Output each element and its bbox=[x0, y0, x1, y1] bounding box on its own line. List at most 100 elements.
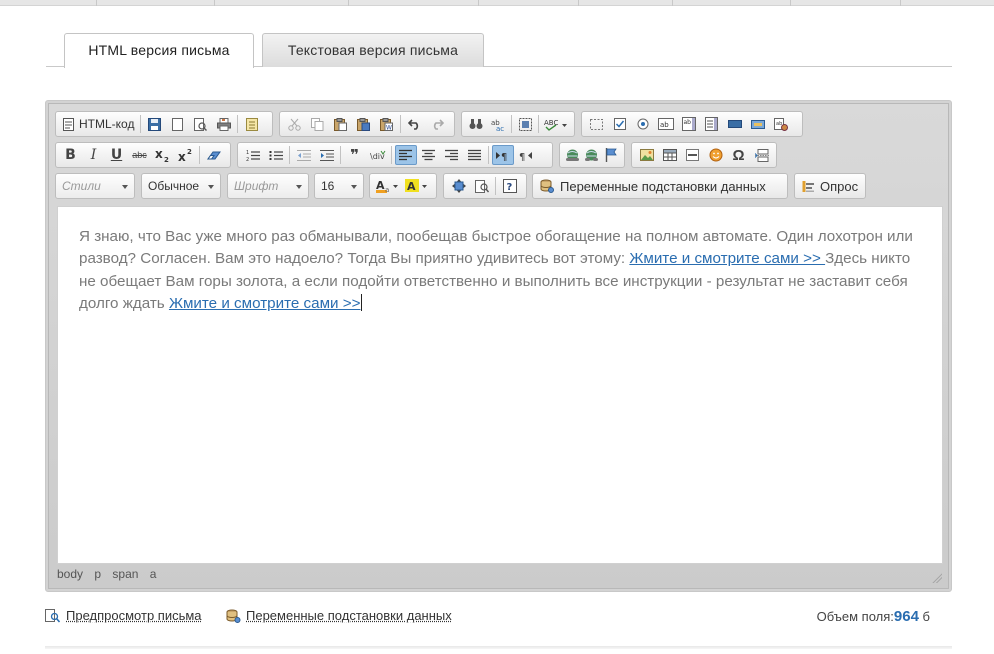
anchor-button[interactable] bbox=[602, 145, 620, 165]
strikethrough-button[interactable]: abc bbox=[129, 145, 151, 165]
resize-handle-icon[interactable] bbox=[931, 572, 942, 583]
underline-button[interactable]: U bbox=[106, 145, 128, 165]
chevron-down-icon bbox=[208, 185, 214, 189]
templates-button[interactable] bbox=[241, 114, 263, 134]
new-page-button[interactable] bbox=[167, 114, 189, 134]
unlink-button[interactable] bbox=[583, 145, 601, 165]
poll-button[interactable]: Опрос bbox=[798, 176, 862, 196]
table-button[interactable] bbox=[659, 145, 681, 165]
page-break-icon bbox=[754, 148, 769, 162]
toolbar-group-forms: ab ab ab bbox=[581, 111, 803, 137]
preview-email-link[interactable]: Предпросмотр письма bbox=[45, 608, 202, 623]
paste-word-button[interactable]: W bbox=[376, 114, 398, 134]
align-center-button[interactable] bbox=[418, 145, 440, 165]
blockquote-button[interactable]: ❞ bbox=[344, 145, 366, 165]
text-direction-ltr-button[interactable]: ¶ bbox=[491, 145, 514, 165]
cut-button[interactable] bbox=[284, 114, 306, 134]
variables-footer-link[interactable]: Переменные подстановки данных bbox=[225, 608, 452, 623]
help-button[interactable]: ? bbox=[499, 176, 521, 196]
font-size-combo[interactable]: 16 bbox=[314, 173, 364, 199]
rtl-icon: ¶ bbox=[519, 151, 532, 161]
svg-text:W: W bbox=[386, 124, 392, 131]
editor-paragraph[interactable]: Я знаю, что Вас уже много раз обманывали… bbox=[79, 226, 924, 315]
align-right-icon bbox=[445, 149, 458, 161]
source-icon bbox=[63, 117, 74, 131]
hidden-field-button[interactable]: ab bbox=[770, 114, 792, 134]
checkbox-button[interactable] bbox=[609, 114, 631, 134]
special-char-button[interactable]: Ω bbox=[728, 145, 750, 165]
link-icon bbox=[566, 149, 580, 161]
select-field-icon bbox=[705, 117, 718, 131]
copy-button[interactable] bbox=[307, 114, 329, 134]
textarea-button[interactable]: ab bbox=[678, 114, 700, 134]
find-button[interactable] bbox=[466, 114, 487, 134]
background-color-button[interactable]: A bbox=[403, 176, 431, 196]
font-combo[interactable]: Шрифт bbox=[227, 173, 309, 199]
div-container-button[interactable]: \div bbox=[367, 145, 389, 165]
path-item-span[interactable]: span bbox=[112, 567, 138, 581]
html-source-button[interactable]: HTML-код bbox=[59, 114, 138, 134]
align-right-button[interactable] bbox=[441, 145, 463, 165]
variables-toolbar-button[interactable]: Переменные подстановки данных bbox=[536, 176, 770, 196]
format-combo[interactable]: Обычное bbox=[141, 173, 221, 199]
indent-button[interactable] bbox=[316, 145, 338, 165]
toolbar-separator bbox=[488, 146, 489, 164]
bulleted-list-button[interactable] bbox=[265, 145, 287, 165]
maximize-button[interactable] bbox=[448, 176, 470, 196]
image-button-button[interactable] bbox=[747, 114, 769, 134]
content-link-1[interactable]: Жмите и смотрите сами >> bbox=[629, 250, 825, 267]
svg-text:a: a bbox=[385, 186, 389, 193]
button-field-button[interactable] bbox=[724, 114, 746, 134]
svg-text:ab: ab bbox=[660, 121, 669, 129]
smiley-button[interactable] bbox=[705, 145, 727, 165]
undo-button[interactable] bbox=[404, 114, 426, 134]
paste-text-button[interactable] bbox=[353, 114, 375, 134]
toolbar-group-links bbox=[559, 142, 625, 168]
print-button[interactable] bbox=[213, 114, 235, 134]
editor-content-area[interactable]: Я знаю, что Вас уже много раз обманывали… bbox=[57, 206, 943, 564]
path-item-p[interactable]: p bbox=[94, 567, 101, 581]
page-break-button[interactable] bbox=[751, 145, 773, 165]
text-direction-rtl-button[interactable]: ¶ bbox=[515, 145, 537, 165]
italic-button[interactable]: I bbox=[83, 145, 105, 165]
toolbar-group-tools: ? bbox=[443, 173, 527, 199]
show-blocks-button[interactable] bbox=[471, 176, 493, 196]
text-color-button[interactable]: Aa bbox=[374, 176, 402, 196]
select-field-button[interactable] bbox=[701, 114, 723, 134]
replace-button[interactable]: ab ac bbox=[488, 114, 509, 134]
paste-button[interactable] bbox=[330, 114, 352, 134]
radio-button[interactable] bbox=[632, 114, 654, 134]
outdent-button[interactable] bbox=[293, 145, 315, 165]
form-icon bbox=[590, 118, 603, 130]
save-button[interactable] bbox=[144, 114, 166, 134]
select-all-button[interactable] bbox=[515, 114, 536, 134]
image-icon bbox=[639, 149, 654, 161]
horizontal-rule-button[interactable] bbox=[682, 145, 704, 165]
path-item-body[interactable]: body bbox=[57, 567, 83, 581]
toolbar-separator bbox=[538, 115, 540, 133]
tab-text-version[interactable]: Текстовая версия письма bbox=[262, 33, 484, 67]
tab-html-version[interactable]: HTML версия письма bbox=[64, 33, 254, 68]
spellcheck-button[interactable]: ABC bbox=[542, 114, 571, 134]
preview-button[interactable] bbox=[190, 114, 212, 134]
paste-icon bbox=[334, 117, 347, 131]
styles-combo[interactable]: Стили bbox=[55, 173, 135, 199]
link-button[interactable] bbox=[564, 145, 582, 165]
path-item-a[interactable]: a bbox=[150, 567, 157, 581]
numbered-list-button[interactable]: 12 bbox=[242, 145, 264, 165]
image-button[interactable] bbox=[636, 145, 658, 165]
editor-footer: Предпросмотр письма Переменные подстанов… bbox=[0, 600, 994, 630]
remove-format-button[interactable] bbox=[203, 145, 225, 165]
align-left-button[interactable] bbox=[394, 145, 417, 165]
justify-button[interactable] bbox=[464, 145, 486, 165]
bold-button[interactable]: B bbox=[60, 145, 82, 165]
text-field-button[interactable]: ab bbox=[655, 114, 677, 134]
toolbar-separator bbox=[289, 146, 290, 164]
subscript-button[interactable]: x2 bbox=[152, 145, 174, 165]
rich-text-editor: HTML-код W ab ac ABC ab ab ab B I U abc … bbox=[45, 100, 952, 592]
superscript-button[interactable]: x2 bbox=[175, 145, 197, 165]
form-button[interactable] bbox=[586, 114, 608, 134]
redo-button[interactable] bbox=[427, 114, 449, 134]
svg-text:ABC: ABC bbox=[544, 119, 558, 127]
content-link-2[interactable]: Жмите и смотрите сами >> bbox=[169, 295, 361, 312]
